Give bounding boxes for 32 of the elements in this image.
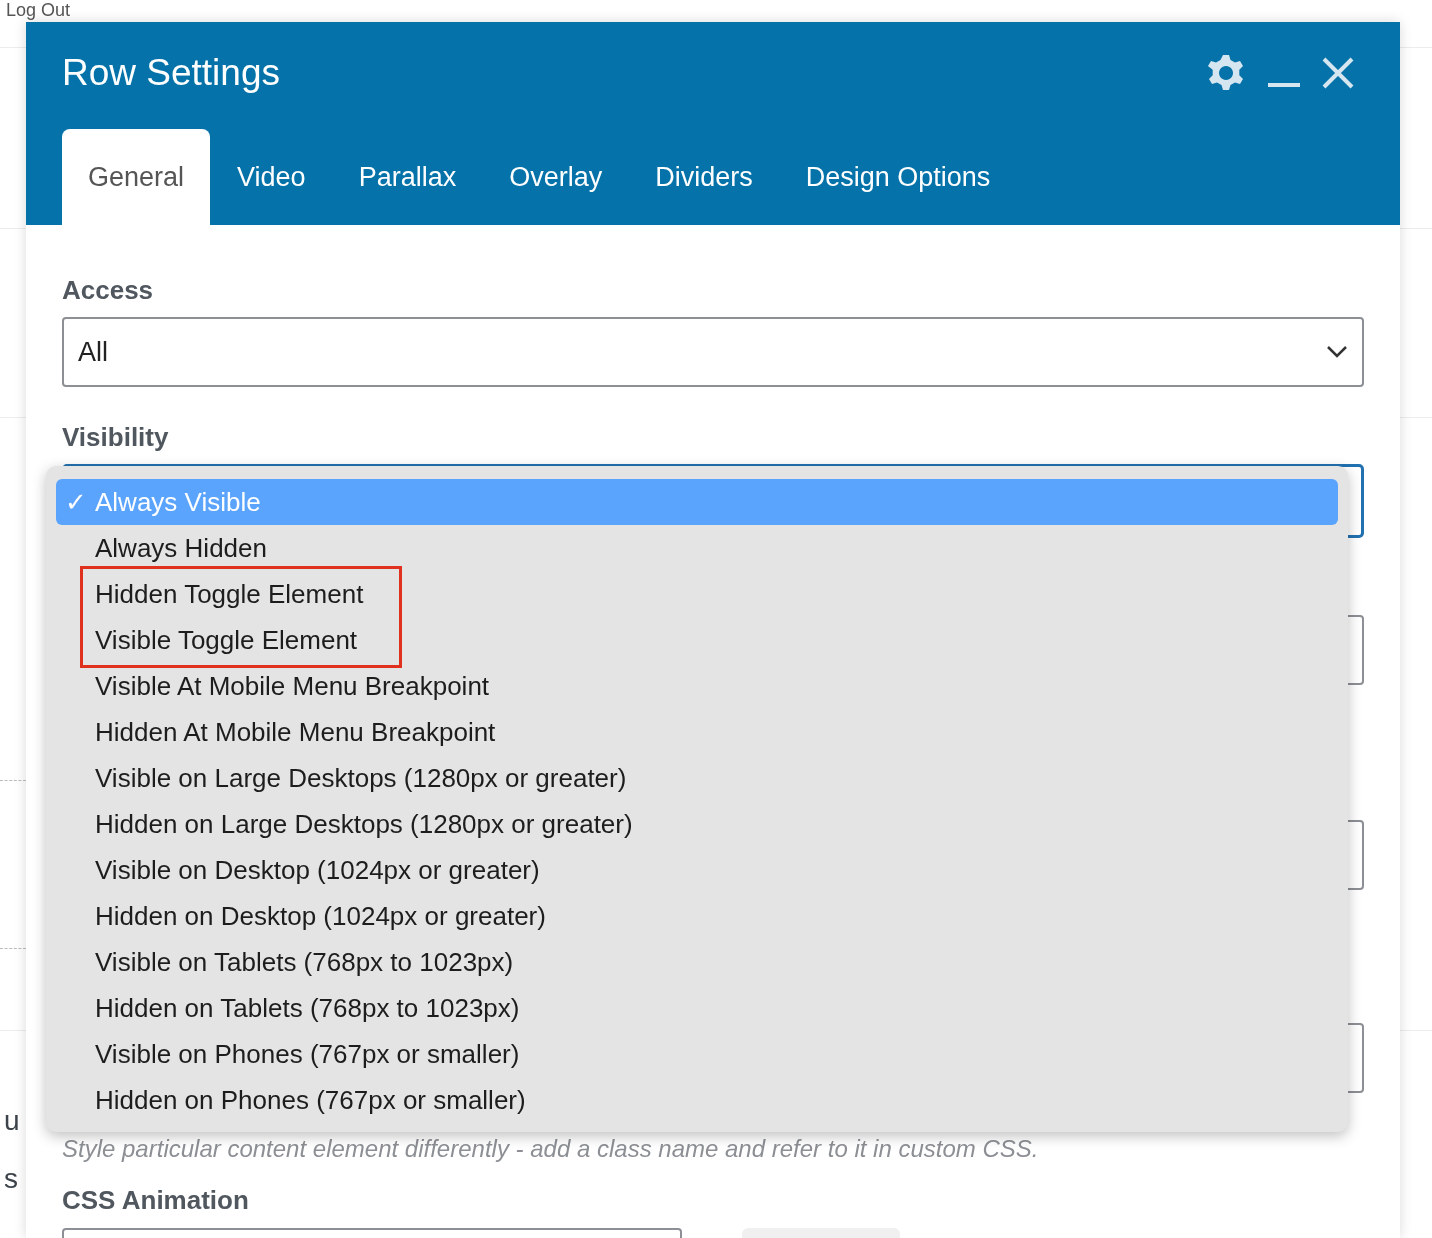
- tab[interactable]: Overlay: [483, 129, 629, 225]
- field-label: Access: [62, 275, 155, 305]
- dropdown-option[interactable]: Hidden on Desktop (1024px or greater): [56, 893, 1338, 939]
- tab[interactable]: Video: [211, 129, 332, 225]
- window-title: Row Settings: [62, 52, 281, 94]
- settings-icon[interactable]: [1206, 53, 1246, 93]
- dropdown-option[interactable]: Visible Toggle Element: [56, 617, 1338, 663]
- close-icon[interactable]: [1322, 57, 1354, 89]
- tab[interactable]: Parallax: [332, 129, 483, 225]
- dropdown-option[interactable]: Visible on Tablets (768px to 1023px): [56, 939, 1338, 985]
- help-text: Style particular content element differently - add a class name and refer to it in custom CSS.: [62, 1134, 1040, 1164]
- dropdown-option[interactable]: Visible At Mobile Menu Breakpoint: [56, 663, 1338, 709]
- access-select[interactable]: All: [62, 317, 1364, 387]
- dropdown-option[interactable]: Visible on Desktop (1024px or greater): [56, 847, 1338, 893]
- dropdown-option[interactable]: Always Hidden: [56, 525, 1338, 571]
- tab[interactable]: Design Options: [779, 129, 1017, 225]
- dropdown-option[interactable]: Hidden on Large Desktops (1280px or greater): [56, 801, 1338, 847]
- dropdown-option[interactable]: Hidden At Mobile Menu Breakpoint: [56, 709, 1338, 755]
- dropdown-option[interactable]: Visible on Large Desktops (1280px or greater): [56, 755, 1338, 801]
- tab[interactable]: Dividers: [629, 129, 779, 225]
- dropdown-option[interactable]: Hidden on Tablets (768px to 1023px): [56, 985, 1338, 1031]
- tab[interactable]: General: [62, 129, 211, 225]
- minimize-icon[interactable]: [1268, 82, 1300, 88]
- dropdown-option[interactable]: Hidden on Phones (767px or smaller): [56, 1077, 1338, 1123]
- field-label: CSS Animation: [62, 1185, 250, 1215]
- page-text: s: [4, 1163, 18, 1195]
- dropdown-option[interactable]: Visible on Phones (767px or smaller): [56, 1031, 1338, 1077]
- page-text: u: [4, 1105, 20, 1137]
- field-label: Visibility: [62, 422, 170, 452]
- log-out-link[interactable]: Log Out: [6, 0, 71, 21]
- dropdown-option[interactable]: Hidden Toggle Element: [56, 571, 1338, 617]
- chevron-icon: [1326, 345, 1348, 359]
